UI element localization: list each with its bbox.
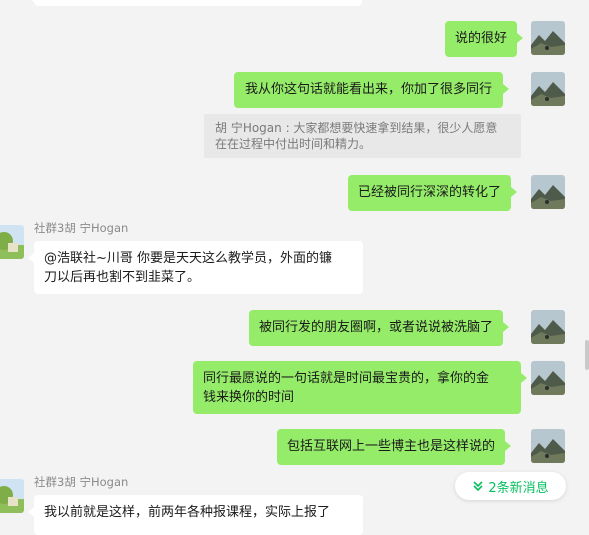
message-bubble-outgoing[interactable]: 我从你这句话就能看出来，你加了很多同行 — [234, 72, 510, 108]
message-text-line: 同行最愿说的一句话就是时间最宝贵的，拿你的金 — [203, 371, 490, 386]
double-chevron-down-icon — [472, 480, 484, 492]
quote-text: 胡 宁Hogan : 大家都想要快速拿到结果，很少人愿意在在过程中付出时间和精力… — [215, 121, 498, 151]
message-text-line: @浩联社~川哥 你要是天天这么教学员，外面的镰 — [44, 251, 333, 266]
avatar-self[interactable] — [531, 72, 565, 106]
new-messages-label: 2条新消息 — [488, 480, 549, 496]
avatar-self[interactable] — [531, 429, 565, 463]
avatar-self[interactable] — [531, 175, 565, 209]
message-bubble-outgoing[interactable]: 已经被同行深深的转化了 — [348, 175, 518, 211]
message-bubble-outgoing[interactable]: 包括互联网上一些博主也是这样说的 — [277, 429, 512, 465]
message-text: 包括互联网上一些博主也是这样说的 — [287, 439, 496, 454]
message-bubble-cut — [28, 0, 362, 6]
sender-name: 社群3胡 宁Hogan — [34, 475, 129, 489]
message-text: 已经被同行深深的转化了 — [358, 185, 502, 200]
message-bubble-incoming[interactable]: 我以前就是这样，前两年各种报课程，实际上报了 — [28, 495, 363, 535]
avatar-self[interactable] — [531, 361, 565, 395]
avatar-self[interactable] — [531, 21, 565, 55]
avatar-sender[interactable] — [0, 479, 24, 513]
avatar-self[interactable] — [531, 310, 565, 344]
message-bubble-outgoing[interactable]: 说的很好 — [445, 21, 524, 57]
message-bubble-outgoing[interactable]: 被同行发的朋友圈啊，或者说说被洗脑了 — [249, 310, 510, 346]
new-messages-button[interactable]: 2条新消息 — [455, 472, 566, 500]
message-text: 说的很好 — [455, 31, 508, 46]
message-bubble-outgoing[interactable]: 同行最愿说的一句话就是时间最宝贵的，拿你的金 钱来换你的时间 — [193, 361, 527, 414]
avatar-sender[interactable] — [0, 225, 24, 259]
quoted-message[interactable]: 胡 宁Hogan : 大家都想要快速拿到结果，很少人愿意在在过程中付出时间和精力… — [204, 114, 521, 158]
message-text-line: 刀以后再也割不到韭菜了。 — [44, 270, 201, 285]
message-bubble-incoming[interactable]: @浩联社~川哥 你要是天天这么教学员，外面的镰 刀以后再也割不到韭菜了。 — [28, 241, 363, 294]
message-text: 我从你这句话就能看出来，你加了很多同行 — [245, 82, 493, 97]
message-text-line: 钱来换你的时间 — [203, 390, 295, 405]
sender-name: 社群3胡 宁Hogan — [34, 221, 129, 235]
message-text: 被同行发的朋友圈啊，或者说说被洗脑了 — [259, 320, 494, 335]
scrollbar[interactable] — [585, 340, 589, 370]
